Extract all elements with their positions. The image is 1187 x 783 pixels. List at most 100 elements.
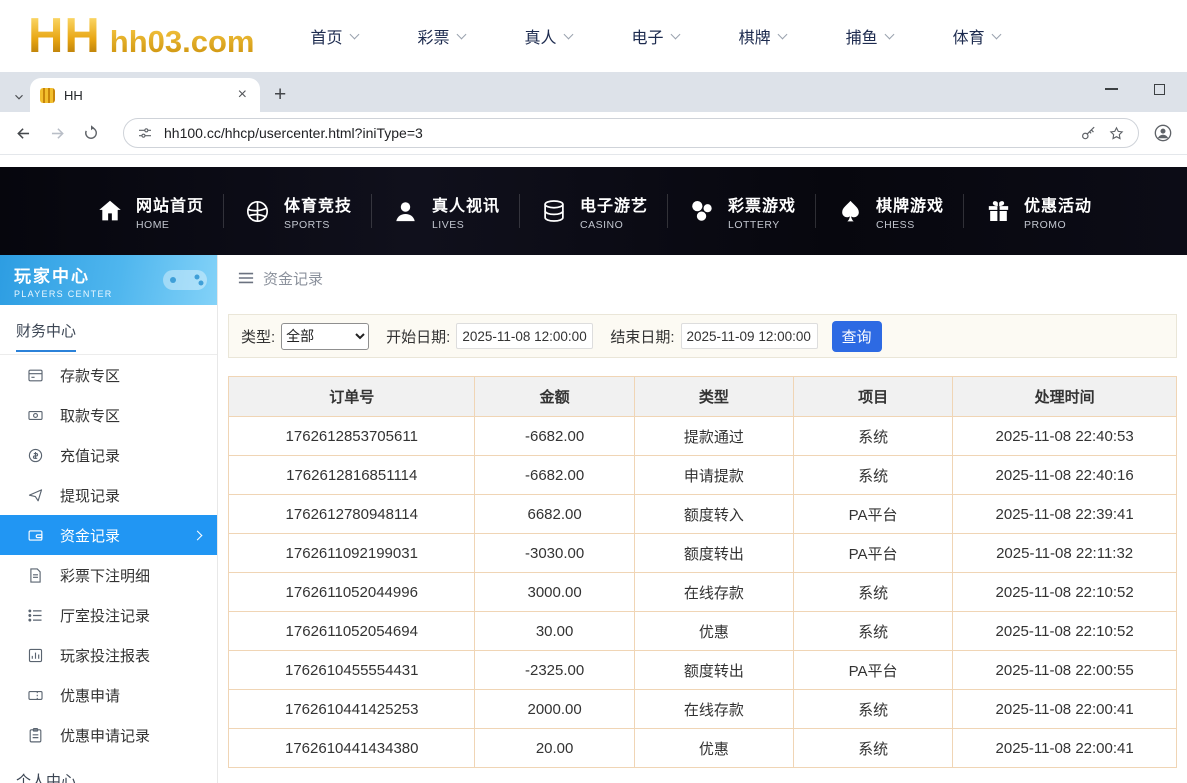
project-cell: PA平台 — [793, 534, 952, 573]
sidebar-item-lottery-bet-detail[interactable]: 彩票下注明细 — [0, 555, 217, 595]
forward-button[interactable] — [48, 124, 67, 143]
topnav-label: 棋牌 — [739, 24, 771, 48]
project-cell: PA平台 — [793, 495, 952, 534]
topnav-label: 电子 — [632, 24, 664, 48]
funds-table-body: 1762612853705611-6682.00提款通过系统2025-11-08… — [229, 417, 1177, 768]
time-cell: 2025-11-08 22:00:41 — [953, 729, 1177, 768]
bookmark-star-icon[interactable] — [1108, 125, 1125, 142]
sidebar-item-label: 玩家投注报表 — [60, 645, 150, 666]
browser-tab[interactable]: HH × — [30, 78, 260, 112]
project-cell: 系统 — [793, 417, 952, 456]
type-cell: 在线存款 — [634, 573, 793, 612]
sidebar-item-room-bet-record[interactable]: 厅室投注记录 — [0, 595, 217, 635]
topnav-item-home[interactable]: 首页 — [311, 24, 358, 48]
topnav-item-live[interactable]: 真人 — [525, 24, 572, 48]
sidebar-item-withdrawal-record[interactable]: 提现记录 — [0, 475, 217, 515]
type-cell: 额度转入 — [634, 495, 793, 534]
time-cell: 2025-11-08 22:40:16 — [953, 456, 1177, 495]
page-body: 玩家中心 PLAYERS CENTER 财务中心 存款专区 取款专区 充值记录 — [0, 255, 1187, 783]
site-info-icon[interactable] — [137, 125, 153, 141]
document-icon — [27, 566, 45, 584]
new-tab-button[interactable]: + — [274, 83, 286, 107]
filter-bar: 类型: 全部 开始日期: 结束日期: 查询 — [228, 314, 1177, 358]
sidebar-item-withdraw[interactable]: 取款专区 — [0, 395, 217, 435]
lottery-icon — [687, 196, 717, 226]
sidebar-item-promo-apply-record[interactable]: 优惠申请记录 — [0, 715, 217, 755]
browser-tab-strip: HH × + — [0, 72, 1187, 112]
deposit-icon — [27, 366, 45, 384]
game-nav-sports[interactable]: 体育竞技 SPORTS — [224, 192, 371, 231]
chevron-down-icon — [884, 29, 894, 39]
funds-table: 订单号金额类型项目处理时间 1762612853705611-6682.00提款… — [228, 376, 1177, 768]
time-cell: 2025-11-08 22:10:52 — [953, 573, 1177, 612]
time-cell: 2025-11-08 22:11:32 — [953, 534, 1177, 573]
topnav-item-sports[interactable]: 体育 — [953, 24, 1000, 48]
sidebar-item-label: 取款专区 — [60, 405, 120, 426]
topnav-item-fishing[interactable]: 捕鱼 — [846, 24, 893, 48]
window-minimize-button[interactable] — [1105, 88, 1118, 90]
sidebar-item-label: 提现记录 — [60, 485, 120, 506]
column-header: 处理时间 — [953, 377, 1177, 417]
password-key-icon[interactable] — [1080, 125, 1097, 142]
amount-cell: 30.00 — [475, 612, 634, 651]
amount-cell: 3000.00 — [475, 573, 634, 612]
search-button[interactable]: 查询 — [832, 321, 882, 352]
chevron-down-icon — [670, 29, 680, 39]
casino-icon — [539, 196, 569, 226]
game-nav-home[interactable]: 网站首页HOME — [76, 192, 223, 231]
game-nav-zh: 真人视讯 — [432, 192, 500, 216]
sidebar-item-label: 存款专区 — [60, 365, 120, 386]
game-nav-lives[interactable]: 真人视讯LIVES — [372, 192, 519, 231]
sidebar-item-player-bet-report[interactable]: 玩家投注报表 — [0, 635, 217, 675]
sidebar-item-funds-record[interactable]: 资金记录 — [0, 515, 217, 555]
tab-close-icon[interactable]: × — [235, 86, 250, 104]
logo-domain-text: hh03.com — [110, 24, 255, 60]
end-date-input[interactable] — [681, 323, 818, 349]
amount-cell: -2325.00 — [475, 651, 634, 690]
game-nav-lottery[interactable]: 彩票游戏LOTTERY — [668, 192, 815, 231]
time-cell: 2025-11-08 22:40:53 — [953, 417, 1177, 456]
site-header: HH hh03.com 首页 彩票 真人 电子 棋牌 捕鱼 体育 — [0, 0, 1187, 72]
table-row: 1762612853705611-6682.00提款通过系统2025-11-08… — [229, 417, 1177, 456]
window-maximize-button[interactable] — [1154, 84, 1165, 95]
site-logo[interactable]: HH hh03.com — [28, 12, 255, 61]
hamburger-icon — [238, 271, 254, 285]
withdraw-icon — [27, 406, 45, 424]
game-nav-en: SPORTS — [284, 219, 352, 231]
topnav-item-chess[interactable]: 棋牌 — [739, 24, 786, 48]
sidebar-item-recharge-record[interactable]: 充值记录 — [0, 435, 217, 475]
amount-cell: 6682.00 — [475, 495, 634, 534]
sidebar-item-deposit[interactable]: 存款专区 — [0, 355, 217, 395]
personal-section-label: 个人中心 — [16, 770, 76, 783]
start-date-input[interactable] — [456, 323, 593, 349]
order-no-cell: 1762610441434380 — [229, 729, 475, 768]
address-bar[interactable]: hh100.cc/hhcp/usercenter.html?iniType=3 — [123, 118, 1139, 148]
sidebar-item-promo-apply[interactable]: 优惠申请 — [0, 675, 217, 715]
funds-table-head-row: 订单号金额类型项目处理时间 — [229, 377, 1177, 417]
game-nav-zh: 体育竞技 — [284, 192, 352, 216]
back-button[interactable] — [14, 124, 33, 143]
order-no-cell: 1762612816851114 — [229, 456, 475, 495]
project-cell: 系统 — [793, 729, 952, 768]
time-cell: 2025-11-08 22:00:55 — [953, 651, 1177, 690]
send-icon — [27, 486, 45, 504]
table-row: 176261044143438020.00优惠系统2025-11-08 22:0… — [229, 729, 1177, 768]
type-cell: 优惠 — [634, 612, 793, 651]
game-nav-promo[interactable]: 优惠活动PROMO — [964, 192, 1111, 231]
type-select[interactable]: 全部 — [281, 323, 369, 350]
game-nav-zh: 电子游艺 — [580, 192, 648, 216]
project-cell: 系统 — [793, 573, 952, 612]
table-row: 1762610455554431-2325.00额度转出PA平台2025-11-… — [229, 651, 1177, 690]
game-nav-chess[interactable]: 棋牌游戏CHESS — [816, 192, 963, 231]
topnav-item-lottery[interactable]: 彩票 — [418, 24, 465, 48]
chevron-down-icon — [991, 29, 1001, 39]
profile-avatar-icon[interactable] — [1153, 123, 1173, 143]
reload-button[interactable] — [82, 124, 100, 142]
topnav-label: 首页 — [311, 24, 343, 48]
game-nav-casino[interactable]: 电子游艺CASINO — [520, 192, 667, 231]
time-cell: 2025-11-08 22:39:41 — [953, 495, 1177, 534]
type-label: 类型: — [241, 326, 275, 347]
topnav-item-slots[interactable]: 电子 — [632, 24, 679, 48]
tab-search-chevron-icon[interactable] — [12, 90, 26, 104]
type-cell: 额度转出 — [634, 651, 793, 690]
